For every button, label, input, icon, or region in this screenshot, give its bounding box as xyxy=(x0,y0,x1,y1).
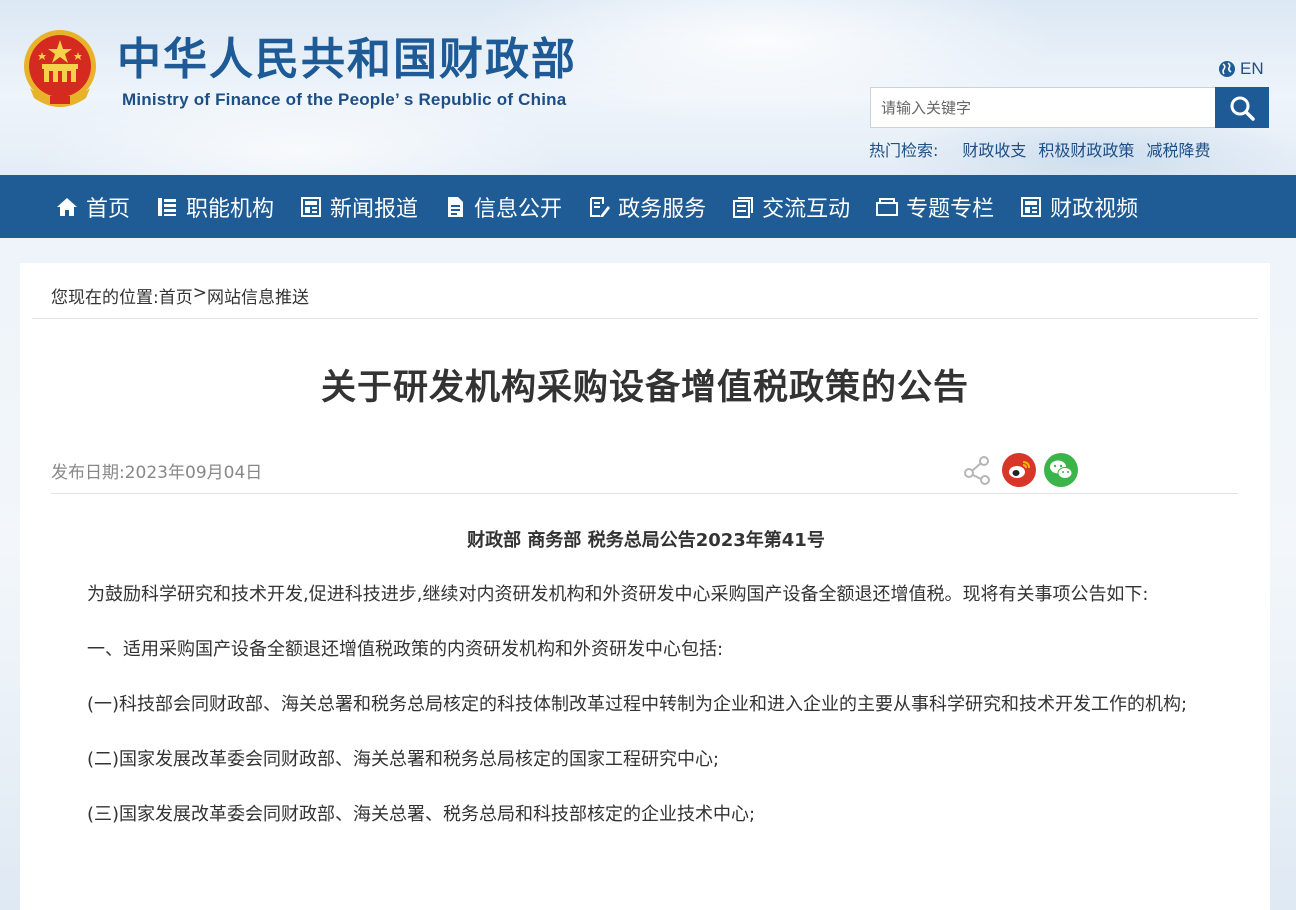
nav-item-disclosure[interactable]: 信息公开 xyxy=(444,175,562,238)
weibo-icon[interactable] xyxy=(1002,453,1036,487)
article-paragraph: 为鼓励科学研究和技术开发,促进科技进步,继续对内资研发机构和外资研发中心采购国产… xyxy=(87,584,1149,605)
main-nav: 首页 职能机构 新闻报道 信息公开 政务服务 交流互动 专题专栏 财政视频 xyxy=(0,175,1296,238)
nav-label: 财政视频 xyxy=(1050,196,1139,222)
site-title-chinese: 中华人民共和国财政部 xyxy=(117,34,577,85)
article-paragraph: (二)国家发展改革委会同财政部、海关总署和税务总局核定的国家工程研究中心; xyxy=(87,749,720,770)
breadcrumb-prefix: 您现在的位置: xyxy=(51,288,159,308)
hot-search-label: 热门检索: xyxy=(869,141,939,160)
search-icon xyxy=(1230,96,1255,121)
site-header: 中华人民共和国财政部 Ministry of Finance of the Pe… xyxy=(0,0,1296,175)
nav-label: 新闻报道 xyxy=(330,196,419,222)
nav-item-video[interactable]: 财政视频 xyxy=(1020,175,1138,238)
nav-item-interaction[interactable]: 交流互动 xyxy=(732,175,850,238)
article-paragraph: (一)科技部会同财政部、海关总署和税务总局核定的科技体制改革过程中转制为企业和进… xyxy=(87,694,1188,715)
publish-date-label: 发布日期: xyxy=(51,463,125,483)
article-title: 关于研发机构采购设备增值税政策的公告 xyxy=(320,368,969,408)
breadcrumb-current-link[interactable]: 网站信息推送 xyxy=(207,283,309,308)
nav-item-services[interactable]: 政务服务 xyxy=(588,175,706,238)
nav-label: 交流互动 xyxy=(762,196,851,222)
nav-item-home[interactable]: 首页 xyxy=(56,175,130,238)
article-paragraph: (三)国家发展改革委会同财政部、海关总署、税务总局和科技部核定的企业技术中心; xyxy=(87,804,756,825)
hot-search-link[interactable]: 减税降费 xyxy=(1146,137,1210,161)
article-paragraph: 一、适用采购国产设备全额退还增值税政策的内资研发机构和外资研发中心包括: xyxy=(87,639,724,660)
divider xyxy=(32,318,1258,319)
nav-label: 政务服务 xyxy=(618,196,707,222)
breadcrumb-home-link[interactable]: 首页 xyxy=(159,283,193,308)
nav-label: 职能机构 xyxy=(186,196,275,222)
nav-item-departments[interactable]: 职能机构 xyxy=(156,175,274,238)
wechat-icon[interactable] xyxy=(1044,453,1078,487)
publish-date: 发布日期: 2023年09月04日 xyxy=(51,458,262,483)
nav-label: 信息公开 xyxy=(474,196,563,222)
edit-document-icon xyxy=(590,196,611,217)
share-bar xyxy=(960,453,1078,487)
site-title-english: Ministry of Finance of the People’ s Rep… xyxy=(122,90,567,109)
news-icon xyxy=(301,196,322,217)
language-switch[interactable]: EN xyxy=(1218,58,1264,80)
publish-date-value: 2023年09月04日 xyxy=(124,463,263,483)
nav-item-special[interactable]: 专题专栏 xyxy=(876,175,994,238)
breadcrumb: 您现在的位置: 首页 > 网站信息推送 xyxy=(51,283,309,308)
document-number: 财政部 商务部 税务总局公告2023年第41号 xyxy=(467,530,825,551)
nav-label: 首页 xyxy=(86,196,131,222)
document-icon xyxy=(448,196,464,217)
article-container: 您现在的位置: 首页 > 网站信息推送 关于研发机构采购设备增值税政策的公告 发… xyxy=(20,263,1270,910)
globe-icon xyxy=(1219,61,1235,77)
breadcrumb-separator: > xyxy=(192,283,207,303)
search-box xyxy=(870,87,1269,128)
article-body: 财政部 商务部 税务总局公告2023年第41号 为鼓励科学研究和技术开发,促进科… xyxy=(51,523,1241,852)
nav-item-news[interactable]: 新闻报道 xyxy=(300,175,418,238)
hot-search: 热门检索: 财政收支 积极财政政策 减税降费 xyxy=(869,137,1222,161)
video-icon xyxy=(1021,196,1042,217)
share-icon[interactable] xyxy=(960,453,994,487)
chat-icon xyxy=(733,196,754,218)
folder-icon xyxy=(876,197,899,216)
nav-label: 专题专栏 xyxy=(906,196,995,222)
home-icon xyxy=(57,197,77,216)
hot-search-link[interactable]: 财政收支 xyxy=(962,137,1026,161)
divider xyxy=(51,493,1238,494)
list-icon xyxy=(158,197,177,216)
language-label: EN xyxy=(1240,59,1264,78)
hot-search-link[interactable]: 积极财政政策 xyxy=(1038,137,1134,161)
search-button[interactable] xyxy=(1215,87,1269,128)
search-input[interactable] xyxy=(870,87,1215,128)
national-emblem-icon[interactable] xyxy=(20,28,100,112)
